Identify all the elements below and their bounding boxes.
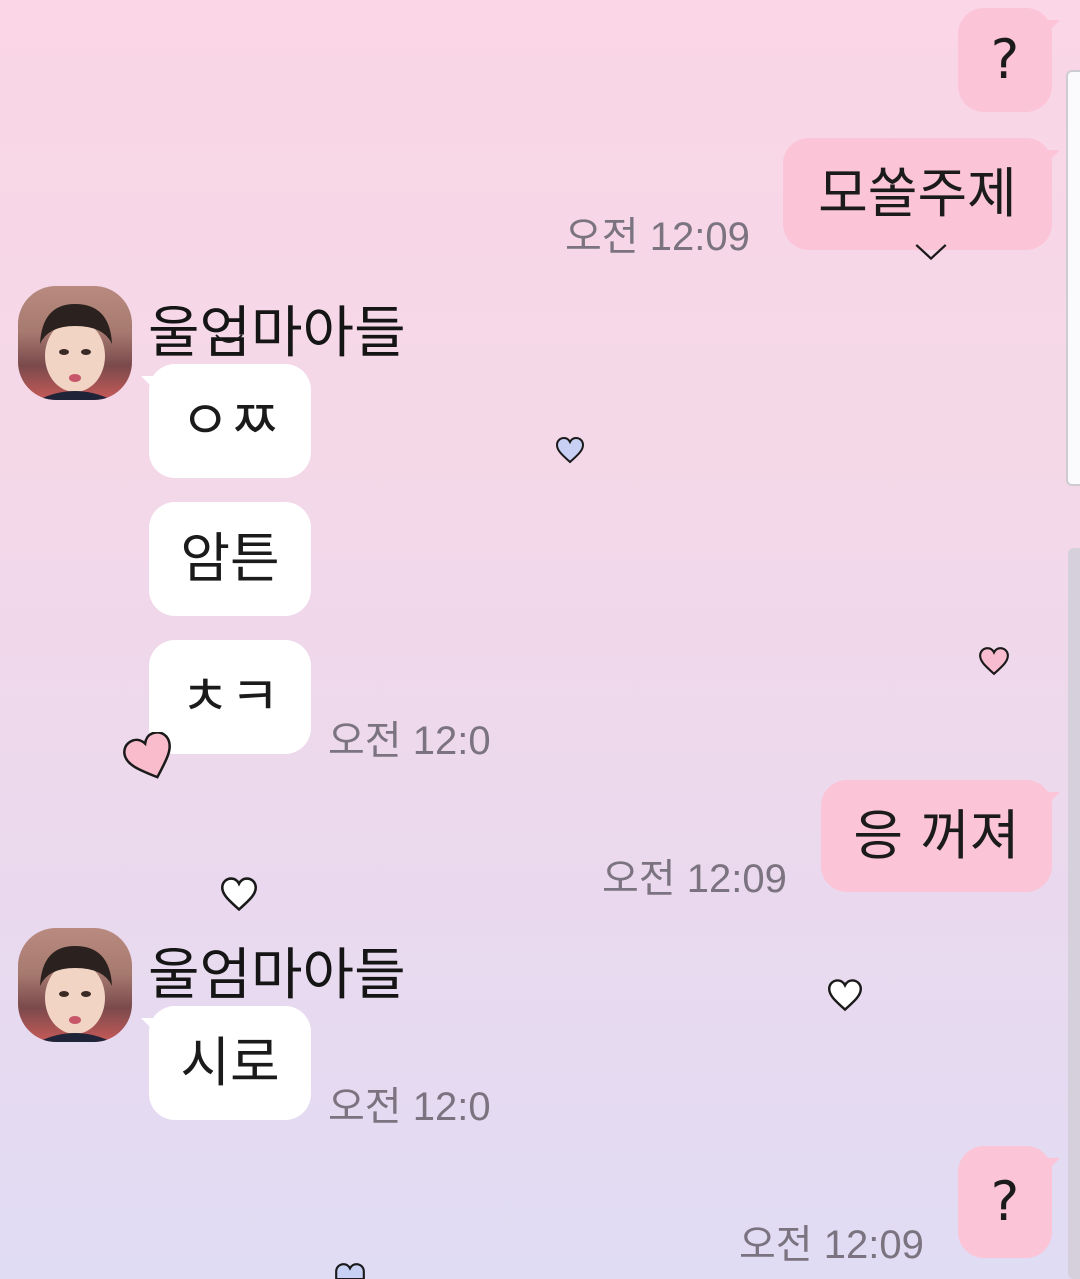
message-timestamp: 오전 12:0 — [328, 719, 491, 763]
message-timestamp: 오전 12:09 — [739, 1223, 924, 1267]
message-text: ? — [990, 28, 1020, 91]
message-timestamp: 오전 12:09 — [602, 857, 787, 901]
scrollbar-track[interactable] — [1068, 548, 1080, 1279]
my-message-bubble[interactable]: ? — [958, 8, 1060, 112]
message-text: ㅊㅋ — [180, 665, 280, 728]
heart-icon — [827, 979, 863, 1012]
message-text: 응 꺼져 — [853, 804, 1020, 867]
scrollbar-handle[interactable] — [1066, 70, 1080, 486]
sender-name: 울엄마아들 — [148, 943, 406, 1008]
heart-icon — [979, 647, 1009, 676]
message-text: 암튼 — [180, 527, 280, 590]
heart-icon — [215, 334, 243, 343]
message-text: ? — [990, 1170, 1020, 1233]
sender-name: 울엄마아들 — [148, 301, 406, 366]
profile-photo-icon — [38, 304, 112, 400]
message-text: 시로 — [180, 1031, 280, 1094]
heart-icon — [335, 1263, 365, 1279]
heart-icon — [555, 436, 585, 464]
message-timestamp: 오전 12:09 — [565, 215, 750, 259]
my-message-bubble[interactable]: ? — [958, 1146, 1060, 1258]
chat-room: ? 모쏠주제 오전 12:09 울엄마아들 ㅇㅉ 암튼 ㅊㅋ 오전 12:0 응… — [0, 0, 1080, 1279]
message-text: 모쏠주제 — [818, 162, 1017, 225]
their-message-bubble[interactable]: ㅇㅉ — [141, 364, 311, 478]
their-message-bubble[interactable]: 시로 — [141, 1006, 311, 1120]
my-message-bubble[interactable]: 응 꺼져 — [821, 780, 1060, 892]
my-message-bubble[interactable]: 모쏠주제 — [783, 138, 1060, 250]
heart-icon — [220, 877, 258, 912]
message-timestamp: 오전 12:0 — [328, 1085, 491, 1129]
heart-icon — [123, 732, 171, 779]
message-text: ㅇㅉ — [180, 389, 280, 452]
profile-photo-icon — [38, 946, 112, 1042]
their-message-bubble[interactable]: 암튼 — [149, 502, 311, 616]
heart-icon — [915, 244, 947, 261]
avatar[interactable] — [18, 286, 132, 400]
avatar[interactable] — [18, 928, 132, 1042]
